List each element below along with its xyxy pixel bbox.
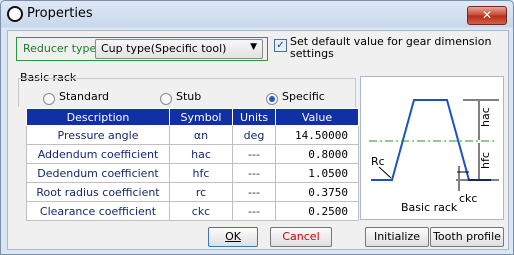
- tooth-profile-button[interactable]: Tooth profile: [430, 227, 504, 247]
- ok-button[interactable]: OK: [208, 227, 258, 247]
- row-symbol: αn: [169, 125, 233, 145]
- row-value-input[interactable]: 14.50000: [275, 125, 359, 145]
- table-row: Dedendum coefficient hfc --- 1.0500: [26, 163, 359, 183]
- cancel-label: Cancel: [282, 230, 320, 243]
- basic-rack-diagram: hac hfc Rc ckc Basic rack: [360, 76, 504, 220]
- label-ckc: ckc: [459, 192, 477, 205]
- row-value-input[interactable]: 0.8000: [275, 144, 359, 164]
- row-description: Dedendum coefficient: [26, 163, 170, 183]
- row-description: Pressure angle: [26, 125, 170, 145]
- row-description: Root radius coefficient: [26, 182, 170, 202]
- radio-specific-label: Specific: [282, 90, 325, 103]
- row-units: ---: [232, 182, 276, 202]
- label-rc: Rc: [371, 155, 385, 168]
- row-symbol: hfc: [169, 163, 233, 183]
- row-symbol: ckc: [169, 201, 233, 221]
- table-row: Pressure angle αn deg 14.50000: [26, 125, 359, 145]
- diagram-caption: Basic rack: [401, 201, 458, 214]
- reducer-type-box: Reducer type Cup type(Specific tool) ▼: [16, 37, 268, 61]
- table-row: Clearance coefficient ckc --- 0.2500: [26, 201, 359, 221]
- radio-standard-label: Standard: [59, 90, 110, 103]
- header-value: Value: [275, 108, 359, 126]
- row-description: Addendum coefficient: [26, 144, 170, 164]
- radio-stub-label: Stub: [176, 90, 202, 103]
- radio-standard[interactable]: [43, 93, 55, 105]
- tooth-profile-label: Tooth profile: [433, 230, 501, 243]
- row-units: deg: [232, 125, 276, 145]
- dropdown-arrow-icon: ▼: [250, 42, 257, 52]
- header-symbol: Symbol: [169, 108, 233, 126]
- radio-stub[interactable]: [160, 93, 172, 105]
- row-units: ---: [232, 144, 276, 164]
- reducer-type-value: Cup type(Specific tool): [101, 42, 227, 55]
- row-units: ---: [232, 163, 276, 183]
- title-bar[interactable]: Properties ✕: [1, 1, 513, 27]
- row-description: Clearance coefficient: [26, 201, 170, 221]
- row-value-input[interactable]: 0.3750: [275, 182, 359, 202]
- row-value-input[interactable]: 0.2500: [275, 201, 359, 221]
- table-row: Addendum coefficient hac --- 0.8000: [26, 144, 359, 164]
- reducer-type-label: Reducer type: [23, 42, 97, 55]
- window-icon: [7, 6, 23, 22]
- label-hfc: hfc: [479, 152, 492, 169]
- row-units: ---: [232, 201, 276, 221]
- header-description: Description: [26, 108, 170, 126]
- rack-profile-graphic: hac hfc Rc ckc Basic rack: [369, 99, 499, 214]
- radio-specific[interactable]: [266, 93, 278, 105]
- set-default-checkbox[interactable]: ✓: [274, 39, 287, 52]
- row-symbol: hac: [169, 144, 233, 164]
- dialog-content: Reducer type Cup type(Specific tool) ▼ ✓…: [7, 30, 509, 250]
- table-row: Root radius coefficient rc --- 0.3750: [26, 182, 359, 202]
- reducer-type-select[interactable]: Cup type(Specific tool) ▼: [95, 39, 263, 59]
- set-default-label: Set default value for gear dimension set…: [290, 35, 492, 60]
- initialize-label: Initialize: [373, 230, 421, 243]
- row-symbol: rc: [169, 182, 233, 202]
- parameter-table: Description Symbol Units Value Pressure …: [26, 108, 359, 221]
- window-title: Properties: [27, 6, 93, 21]
- initialize-button[interactable]: Initialize: [365, 227, 429, 247]
- header-units: Units: [232, 108, 276, 126]
- close-button[interactable]: ✕: [467, 6, 507, 25]
- ok-label: OK: [225, 230, 241, 243]
- row-value-input[interactable]: 1.0500: [275, 163, 359, 183]
- properties-window: Properties ✕ Reducer type Cup type(Speci…: [0, 0, 514, 255]
- label-hac: hac: [479, 107, 492, 127]
- cancel-button[interactable]: Cancel: [270, 227, 332, 247]
